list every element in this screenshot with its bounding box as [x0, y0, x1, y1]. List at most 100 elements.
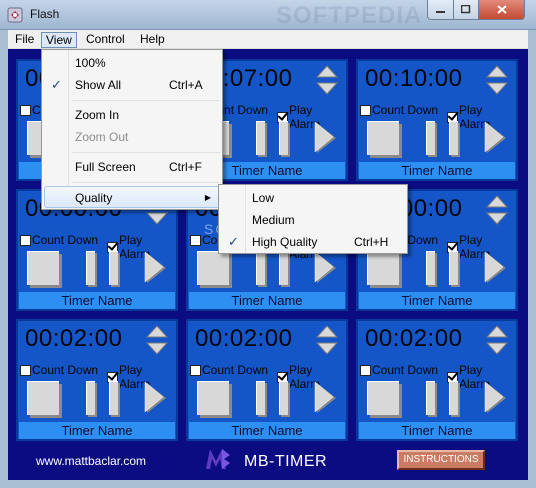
- play-icon[interactable]: [484, 121, 508, 155]
- shortcut-label: Ctrl+A: [169, 78, 203, 92]
- timer-name-field[interactable]: Timer Name: [19, 292, 175, 309]
- checkbox-box[interactable]: [360, 364, 371, 376]
- menu-file[interactable]: File: [11, 32, 38, 48]
- menu-item-medium[interactable]: Medium: [221, 209, 405, 231]
- stop-button[interactable]: [197, 251, 229, 285]
- checkbox-label: Count Down: [372, 103, 439, 117]
- menu-separator: [72, 100, 220, 101]
- menu-item-high-quality[interactable]: ✓ High Quality Ctrl+H: [221, 231, 405, 253]
- close-icon: [496, 5, 507, 14]
- checkbox-box[interactable]: [20, 364, 31, 376]
- time-adjust-arrows-icon[interactable]: [485, 64, 509, 96]
- pause-bar-left[interactable]: [256, 121, 265, 155]
- pause-bar-right[interactable]: [449, 381, 458, 415]
- menu-item-label: 100%: [75, 56, 106, 70]
- stop-button[interactable]: [27, 251, 59, 285]
- menu-item-show-all[interactable]: ✓ Show All Ctrl+A: [44, 74, 220, 96]
- menu-view[interactable]: View: [41, 32, 77, 48]
- checkbox-box[interactable]: [20, 234, 31, 246]
- stop-button[interactable]: [367, 251, 399, 285]
- pause-bar-right[interactable]: [449, 251, 458, 285]
- pause-bar-right[interactable]: [279, 121, 288, 155]
- stop-button[interactable]: [367, 381, 399, 415]
- pause-bar-left[interactable]: [256, 251, 265, 285]
- menu-item-label: Zoom Out: [75, 130, 129, 144]
- play-icon[interactable]: [144, 381, 168, 415]
- menu-item-100-percent[interactable]: 100%: [44, 52, 220, 74]
- timer-name-field[interactable]: Timer Name: [189, 422, 345, 439]
- pause-bar-left[interactable]: [86, 251, 95, 285]
- title-bar[interactable]: Flash SOFTPEDIA: [0, 0, 536, 30]
- pause-bar-left[interactable]: [86, 381, 95, 415]
- time-adjust-arrows-icon[interactable]: [145, 324, 169, 356]
- close-button[interactable]: [478, 0, 525, 20]
- pause-bar-right[interactable]: [109, 381, 118, 415]
- checkbox-label: Count Down: [32, 363, 99, 377]
- stop-button[interactable]: [197, 381, 229, 415]
- pause-bar-right[interactable]: [449, 121, 458, 155]
- timer-name-field[interactable]: Timer Name: [359, 162, 515, 179]
- pause-bar-left[interactable]: [426, 121, 435, 155]
- checkbox-box[interactable]: [20, 104, 31, 116]
- checkbox-box[interactable]: [190, 234, 201, 246]
- timer-name-field[interactable]: Timer Name: [19, 422, 175, 439]
- play-icon[interactable]: [314, 251, 338, 285]
- checkbox-label: Count Down: [372, 363, 439, 377]
- maximize-button[interactable]: [453, 0, 479, 20]
- count-down-checkbox[interactable]: Count Down: [20, 233, 98, 247]
- menu-item-full-screen[interactable]: Full Screen Ctrl+F: [44, 156, 220, 178]
- checkmark-icon: ✓: [51, 77, 62, 92]
- pause-bar-left[interactable]: [256, 381, 265, 415]
- count-down-checkbox[interactable]: Count Down: [360, 103, 438, 117]
- stop-button[interactable]: [367, 121, 399, 155]
- count-down-checkbox[interactable]: Count Down: [20, 363, 98, 377]
- time-adjust-arrows-icon[interactable]: [315, 64, 339, 96]
- menu-help[interactable]: Help: [136, 32, 169, 48]
- minimize-button[interactable]: [427, 0, 454, 20]
- time-adjust-arrows-icon[interactable]: [315, 324, 339, 356]
- play-icon[interactable]: [314, 121, 338, 155]
- menu-separator: [72, 182, 220, 183]
- play-icon[interactable]: [484, 381, 508, 415]
- shortcut-label: Ctrl+H: [354, 235, 389, 249]
- shortcut-label: Ctrl+F: [169, 160, 202, 174]
- play-icon[interactable]: [144, 251, 168, 285]
- timer-name-field[interactable]: Timer Name: [359, 422, 515, 439]
- pause-bar-left[interactable]: [426, 251, 435, 285]
- view-dropdown-menu: 100% ✓ Show All Ctrl+A Zoom In Zoom Out …: [41, 49, 223, 210]
- window-title: Flash: [30, 7, 60, 21]
- menu-item-low[interactable]: Low: [221, 187, 405, 209]
- menu-control[interactable]: Control: [82, 32, 129, 48]
- time-adjust-arrows-icon[interactable]: [485, 324, 509, 356]
- pause-bar-left[interactable]: [426, 381, 435, 415]
- timer-display: 00:10:00: [365, 65, 463, 92]
- pause-bar-right[interactable]: [279, 251, 288, 285]
- mb-logo-icon: [206, 449, 230, 469]
- website-link[interactable]: www.mattbaclar.com: [36, 454, 146, 468]
- menu-item-label: Full Screen: [75, 160, 136, 174]
- instructions-button[interactable]: INSTRUCTIONS: [397, 450, 485, 470]
- timer-panel: 00:02:00 Count Down Play Alarm Timer Nam…: [186, 319, 348, 441]
- menu-item-label: Zoom In: [75, 108, 120, 122]
- play-icon[interactable]: [314, 381, 338, 415]
- stop-button[interactable]: [27, 381, 59, 415]
- menu-item-quality[interactable]: Quality ▶: [44, 186, 220, 208]
- checkbox-box[interactable]: [360, 104, 371, 116]
- menu-item-label: High Quality: [252, 235, 318, 249]
- play-icon[interactable]: [484, 251, 508, 285]
- pause-bar-right[interactable]: [279, 381, 288, 415]
- menu-item-label: Quality: [75, 191, 113, 205]
- count-down-checkbox[interactable]: Count Down: [190, 363, 268, 377]
- checkbox-box[interactable]: [190, 364, 201, 376]
- timer-name-field[interactable]: Timer Name: [189, 292, 345, 309]
- checkmark-icon: ✓: [228, 234, 239, 249]
- menu-item-zoom-in[interactable]: Zoom In: [44, 104, 220, 126]
- timer-display: 00:02:00: [195, 325, 293, 352]
- count-down-checkbox[interactable]: Count Down: [360, 363, 438, 377]
- menu-item-zoom-out: Zoom Out: [44, 126, 220, 148]
- checkbox-label: Count Down: [202, 363, 269, 377]
- pause-bar-right[interactable]: [109, 251, 118, 285]
- time-adjust-arrows-icon[interactable]: [485, 194, 509, 226]
- timer-name-field[interactable]: Timer Name: [359, 292, 515, 309]
- timer-panel: 00:10:00 Count Down Play Alarm Timer Nam…: [356, 59, 518, 181]
